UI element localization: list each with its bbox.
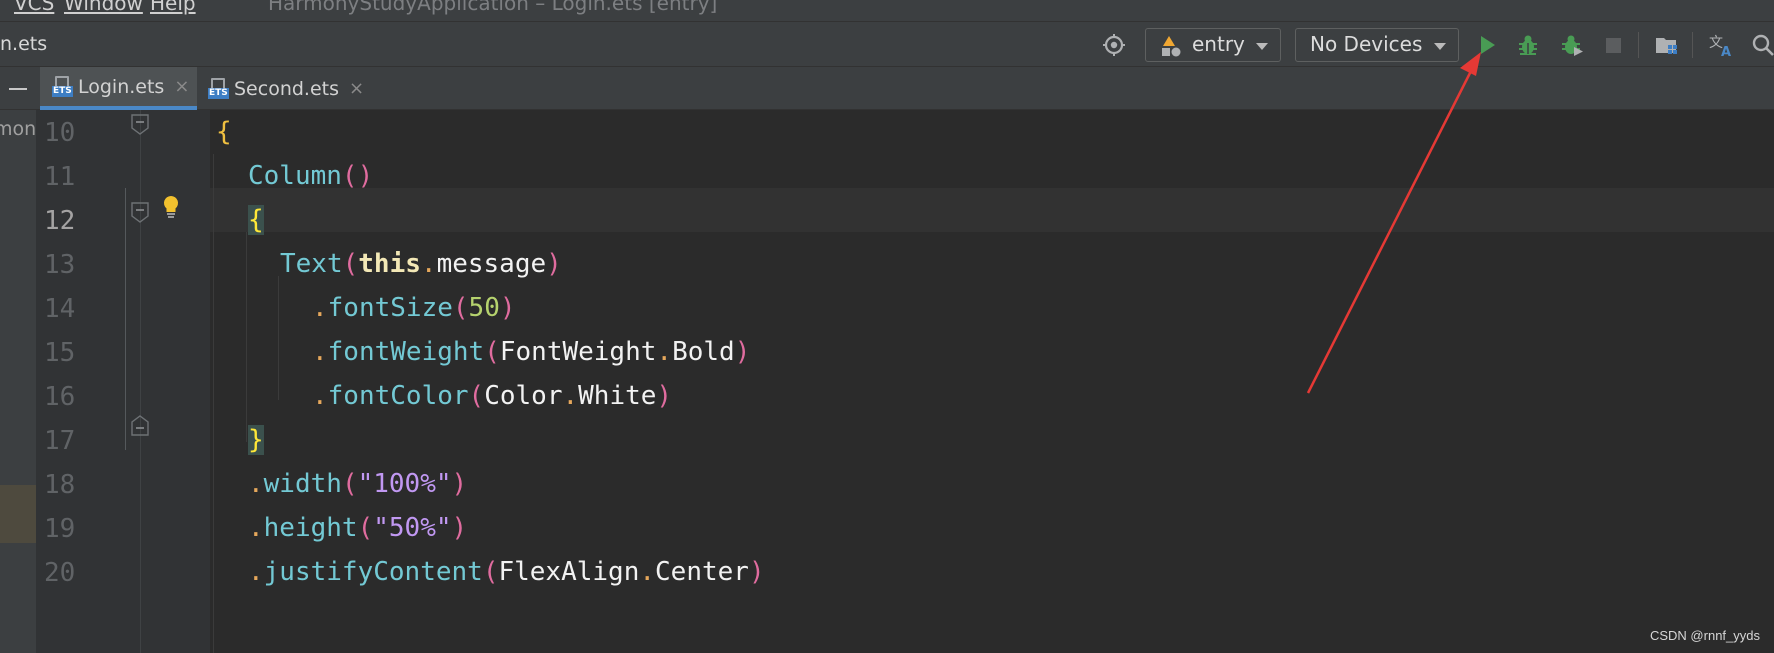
fold-icon[interactable] <box>131 114 149 135</box>
search-icon[interactable] <box>1752 34 1774 56</box>
code-line-18: .width("100%") <box>248 469 468 499</box>
hide-panel-icon[interactable] <box>9 88 27 90</box>
gutter-divider <box>140 110 141 653</box>
line-number: 14 <box>44 294 76 324</box>
attach-debugger-icon[interactable] <box>1561 34 1583 56</box>
run-icon[interactable] <box>1476 34 1498 56</box>
menu-vcs[interactable]: VCS <box>14 0 54 15</box>
indent-guide <box>278 276 279 400</box>
line-number: 10 <box>44 118 76 148</box>
main-toolbar: n.ets entry No Devices 文 A <box>0 21 1774 67</box>
breadcrumb-file[interactable]: n.ets <box>0 33 47 55</box>
line-number: 17 <box>44 426 76 456</box>
tab-label: Second.ets <box>234 77 340 100</box>
fold-icon[interactable] <box>131 202 149 223</box>
ets-file-icon: ETS <box>208 77 229 100</box>
line-number: 18 <box>44 470 76 500</box>
watermark: CSDN @rnnf_yyds <box>1649 628 1760 643</box>
line-number: 16 <box>44 382 76 412</box>
line-number: 11 <box>44 162 76 192</box>
code-line-15: .fontWeight(FontWeight.Bold) <box>312 337 751 367</box>
code-line-11: Column() <box>248 161 374 191</box>
code-line-13: Text(this.message) <box>280 249 562 279</box>
project-panel-edge[interactable]: mony <box>0 110 36 653</box>
lightbulb-icon[interactable] <box>162 195 180 219</box>
code-line-12: { <box>248 205 264 235</box>
project-tree-label: mony <box>0 118 36 140</box>
stop-icon[interactable] <box>1602 34 1624 56</box>
code-line-10: { <box>216 117 232 147</box>
menu-help[interactable]: Help <box>150 0 196 15</box>
module-icon <box>1160 35 1182 57</box>
close-icon[interactable]: × <box>349 78 364 99</box>
line-number: 19 <box>44 514 76 544</box>
menu-bar: VCS Window Help HarmonyStudyApplication … <box>0 0 1774 21</box>
line-number: 15 <box>44 338 76 368</box>
line-number: 12 <box>44 206 76 236</box>
window-title: HarmonyStudyApplication – Login.ets [ent… <box>268 0 718 15</box>
current-line-highlight <box>210 188 1774 232</box>
selected-row-highlight <box>0 485 36 543</box>
menu-window[interactable]: Window <box>64 0 143 15</box>
toolbar-divider <box>1638 32 1639 58</box>
device-select-label: No Devices <box>1310 32 1423 56</box>
chevron-down-icon <box>1434 43 1446 50</box>
translate-icon[interactable]: 文 A <box>1709 34 1735 57</box>
ets-file-icon: ETS <box>52 75 73 98</box>
editor-gutter[interactable]: 10 11 12 13 14 15 16 17 18 19 20 <box>36 110 210 653</box>
module-select-label: entry <box>1192 32 1245 56</box>
code-line-17: } <box>248 425 264 455</box>
code-line-16: .fontColor(Color.White) <box>312 381 673 411</box>
line-number: 20 <box>44 558 76 588</box>
debug-icon[interactable] <box>1517 34 1539 56</box>
code-editor[interactable]: { Column() { Text(this.message) .fontSiz… <box>210 110 1774 653</box>
tab-login-ets[interactable]: ETS Login.ets × <box>40 67 197 110</box>
project-structure-icon[interactable] <box>1655 34 1679 56</box>
code-line-19: .height("50%") <box>248 513 468 543</box>
scope-indicator <box>125 188 126 450</box>
module-select[interactable]: entry <box>1145 28 1281 62</box>
indent-guide <box>213 154 214 653</box>
fold-end-icon[interactable] <box>131 414 149 436</box>
toolbar-divider <box>1692 32 1693 58</box>
target-icon[interactable] <box>1103 34 1125 56</box>
code-line-20: .justifyContent(FlexAlign.Center) <box>248 557 765 587</box>
chevron-down-icon <box>1256 43 1268 50</box>
tab-label: Login.ets <box>78 75 165 98</box>
indent-guide <box>246 232 247 442</box>
editor-tab-bar: ETS Login.ets × ETS Second.ets × <box>0 67 1774 110</box>
code-line-14: .fontSize(50) <box>312 293 516 323</box>
close-icon[interactable]: × <box>174 76 189 97</box>
device-select[interactable]: No Devices <box>1295 28 1459 62</box>
svg-text:A: A <box>1721 45 1731 57</box>
tab-second-ets[interactable]: ETS Second.ets × <box>198 67 378 110</box>
line-number: 13 <box>44 250 76 280</box>
